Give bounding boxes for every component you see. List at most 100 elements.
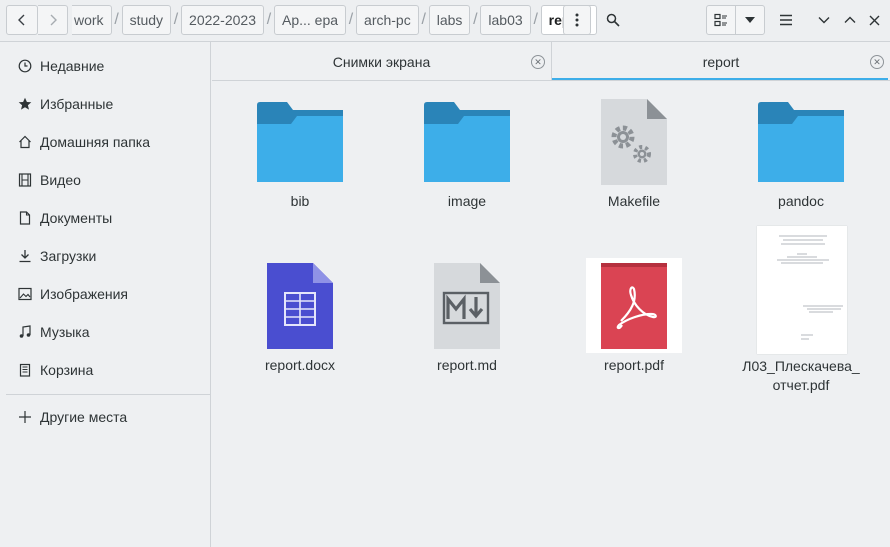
sidebar-item-label: Недавние	[40, 58, 105, 74]
sidebar-item-other-locations[interactable]: Другие места	[0, 398, 210, 436]
close-window-button[interactable]	[861, 5, 887, 35]
pdf-thumbnail	[757, 226, 847, 354]
sidebar-item-downloads[interactable]: Загрузки	[0, 237, 210, 275]
document-thumbnail-icon	[777, 235, 843, 340]
file-name: report.docx	[264, 357, 336, 373]
markdown-icon	[434, 263, 500, 349]
sidebar-item-label: Избранные	[40, 96, 114, 112]
file-item-makefile[interactable]: Makefile	[564, 92, 704, 212]
sidebar-item-home[interactable]: Домашняя папка	[0, 123, 210, 161]
sidebar-item-label: Музыка	[40, 324, 90, 340]
chevron-down-icon	[818, 17, 830, 24]
file-item-image[interactable]: image	[397, 92, 537, 212]
breadcrumb-separator: /	[173, 11, 179, 28]
file-view: bib image Makefile pandoc report.docx re…	[212, 82, 890, 547]
sidebar-item-label: Документы	[40, 210, 113, 226]
view-mode-button[interactable]	[706, 5, 736, 35]
tab-label: report	[702, 53, 740, 70]
file-item-lab03-report-pdf[interactable]: Л03_Плескачева_ отчет.pdf	[731, 226, 871, 396]
breadcrumb-separator: /	[114, 11, 119, 28]
forward-button[interactable]	[38, 5, 68, 35]
file-name: Л03_Плескачева_ отчет.pdf	[742, 358, 860, 393]
star-icon	[18, 97, 32, 111]
sidebar-item-recent[interactable]: Недавние	[0, 47, 210, 85]
sidebar-item-starred[interactable]: Избранные	[0, 85, 210, 123]
minimize-button[interactable]	[810, 5, 838, 35]
folder-icon	[758, 102, 844, 182]
breadcrumb: work / study / 2022-2023 / Ар... ера / a…	[72, 5, 598, 35]
search-icon	[606, 13, 620, 27]
sidebar-item-label: Видео	[40, 172, 81, 188]
file-item-pandoc[interactable]: pandoc	[731, 92, 871, 212]
file-name: report.pdf	[604, 357, 664, 373]
sidebar-item-label: Другие места	[40, 409, 128, 425]
folder-icon	[257, 102, 343, 182]
search-button[interactable]	[598, 5, 628, 35]
close-tab-icon[interactable]: ✕	[870, 55, 884, 69]
sidebar-item-label: Загрузки	[40, 248, 97, 264]
breadcrumb-work[interactable]: work	[72, 5, 112, 35]
sidebar: Недавние Избранные Домашняя папка Видео …	[0, 42, 211, 547]
file-item-bib[interactable]: bib	[230, 92, 370, 212]
music-icon	[18, 325, 32, 339]
sidebar-item-music[interactable]: Музыка	[0, 313, 210, 351]
file-name: Makefile	[607, 193, 661, 209]
chevron-up-icon	[844, 16, 856, 23]
main-menu-button[interactable]	[771, 5, 801, 35]
breadcrumb-architecture[interactable]: Ар... ера	[273, 5, 347, 35]
image-icon	[18, 287, 32, 301]
sidebar-item-videos[interactable]: Видео	[0, 161, 210, 199]
tab-bar: Снимки экрана ✕ report ✕	[212, 42, 890, 81]
file-item-report-md[interactable]: report.md	[397, 258, 537, 378]
icon-view-icon	[714, 13, 727, 27]
film-icon	[18, 173, 32, 187]
close-icon	[869, 15, 879, 25]
sidebar-item-label: Домашняя папка	[40, 134, 151, 150]
breadcrumb-lab03[interactable]: lab03	[480, 5, 531, 35]
clock-icon	[18, 59, 32, 73]
sidebar-item-label: Изображения	[40, 286, 128, 302]
maximize-button[interactable]	[836, 5, 864, 35]
sidebar-item-documents[interactable]: Документы	[0, 199, 210, 237]
makefile-gear-icon	[601, 99, 667, 185]
header-bar: work / study / 2022-2023 / Ар... ера / a…	[0, 0, 890, 42]
vertical-dots-icon	[575, 13, 579, 27]
back-button[interactable]	[6, 5, 38, 35]
active-tab-indicator	[552, 78, 888, 80]
breadcrumb-separator: /	[266, 11, 272, 28]
tab-label: Снимки экрана	[332, 53, 431, 70]
breadcrumb-separator: /	[348, 11, 354, 28]
trash-icon	[18, 363, 32, 377]
file-name: pandoc	[778, 193, 824, 209]
document-icon	[18, 211, 32, 225]
home-icon	[18, 135, 32, 149]
sidebar-item-label: Корзина	[40, 362, 94, 378]
breadcrumb-2022-2023[interactable]: 2022-2023	[181, 5, 264, 35]
tab-report[interactable]: report ✕	[552, 42, 890, 81]
breadcrumb-separator: /	[533, 11, 538, 28]
file-item-report-pdf[interactable]: report.pdf	[564, 258, 704, 378]
breadcrumb-separator: /	[473, 11, 478, 28]
triangle-down-icon	[745, 17, 755, 23]
sidebar-item-pictures[interactable]: Изображения	[0, 275, 210, 313]
hamburger-menu-icon	[780, 14, 792, 26]
download-icon	[18, 249, 32, 263]
chevron-left-icon	[18, 14, 25, 26]
sidebar-item-trash[interactable]: Корзина	[0, 351, 210, 389]
sidebar-divider	[6, 394, 210, 395]
file-name: image	[447, 193, 487, 209]
tab-screenshots[interactable]: Снимки экрана ✕	[212, 42, 552, 81]
word-document-icon	[267, 263, 333, 349]
close-tab-icon[interactable]: ✕	[531, 55, 545, 69]
path-menu-button[interactable]	[563, 5, 591, 35]
view-options-button[interactable]	[735, 5, 765, 35]
plus-icon	[18, 410, 32, 424]
file-name: bib	[290, 193, 310, 209]
breadcrumb-study[interactable]: study	[121, 5, 172, 35]
breadcrumb-separator: /	[421, 11, 426, 28]
file-item-report-docx[interactable]: report.docx	[230, 258, 370, 378]
breadcrumb-arch-pc[interactable]: arch-pc	[356, 5, 419, 35]
folder-icon	[424, 102, 510, 182]
file-name: report.md	[437, 357, 497, 373]
breadcrumb-labs[interactable]: labs	[428, 5, 471, 35]
